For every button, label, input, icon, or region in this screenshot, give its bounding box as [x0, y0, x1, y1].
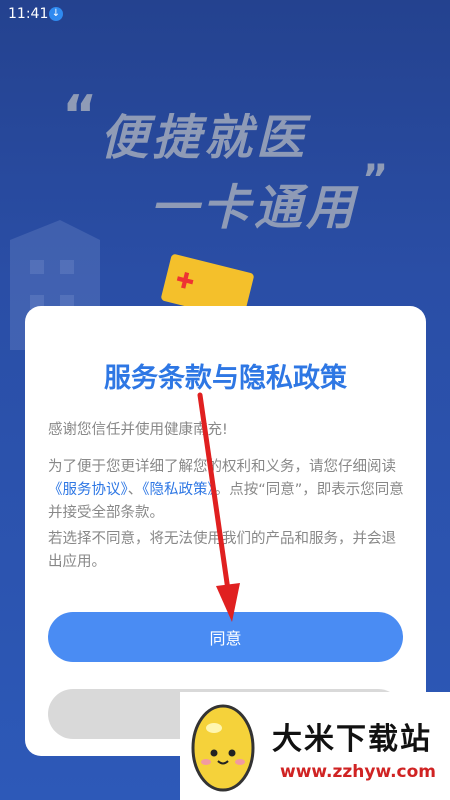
hero-slogan-line2: 一卡通用 [150, 180, 359, 236]
download-icon: ↓ [49, 7, 63, 21]
watermark-title: 大米下载站 [272, 722, 432, 757]
dialog-paragraph-disagree: 若选择不同意，将无法使用我们的产品和服务，并会退出应用。 [48, 531, 396, 570]
terms-dialog: 服务条款与隐私政策 感谢您信任并使用健康南充! 为了便于您更详细了解您的权利和义… [25, 306, 426, 756]
dialog-paragraph-read: 为了便于您更详细了解您的权利和义务，请您仔细阅读《服务协议》、《隐私政策》。点按… [48, 456, 408, 525]
watermark-url: www.zzhyw.com [280, 762, 437, 782]
cross-icon: ✚ [172, 267, 197, 297]
service-agreement-link[interactable]: 《服务协议》 [48, 482, 128, 498]
separator: 、 [127, 482, 143, 498]
agree-button[interactable]: 同意 [48, 612, 403, 662]
site-watermark: 大米下载站 www.zzhyw.com [180, 692, 450, 800]
hero-slogan-line1: 便捷就医 [100, 110, 309, 166]
quote-open: “ [62, 84, 98, 147]
egg-mascot-logo [191, 704, 255, 792]
quote-close: ” [362, 157, 389, 203]
dialog-title: 服务条款与隐私政策 [104, 363, 347, 394]
dialog-paragraph-thanks: 感谢您信任并使用健康南充! [48, 422, 228, 438]
status-time: 11:41 [8, 6, 49, 22]
privacy-policy-link[interactable]: 《隐私政策》 [142, 482, 215, 498]
status-bar: 11:41 ↓ [0, 0, 450, 28]
paragraph-text: 为了便于您更详细了解您的权利和义务，请您仔细阅读 [48, 459, 396, 475]
